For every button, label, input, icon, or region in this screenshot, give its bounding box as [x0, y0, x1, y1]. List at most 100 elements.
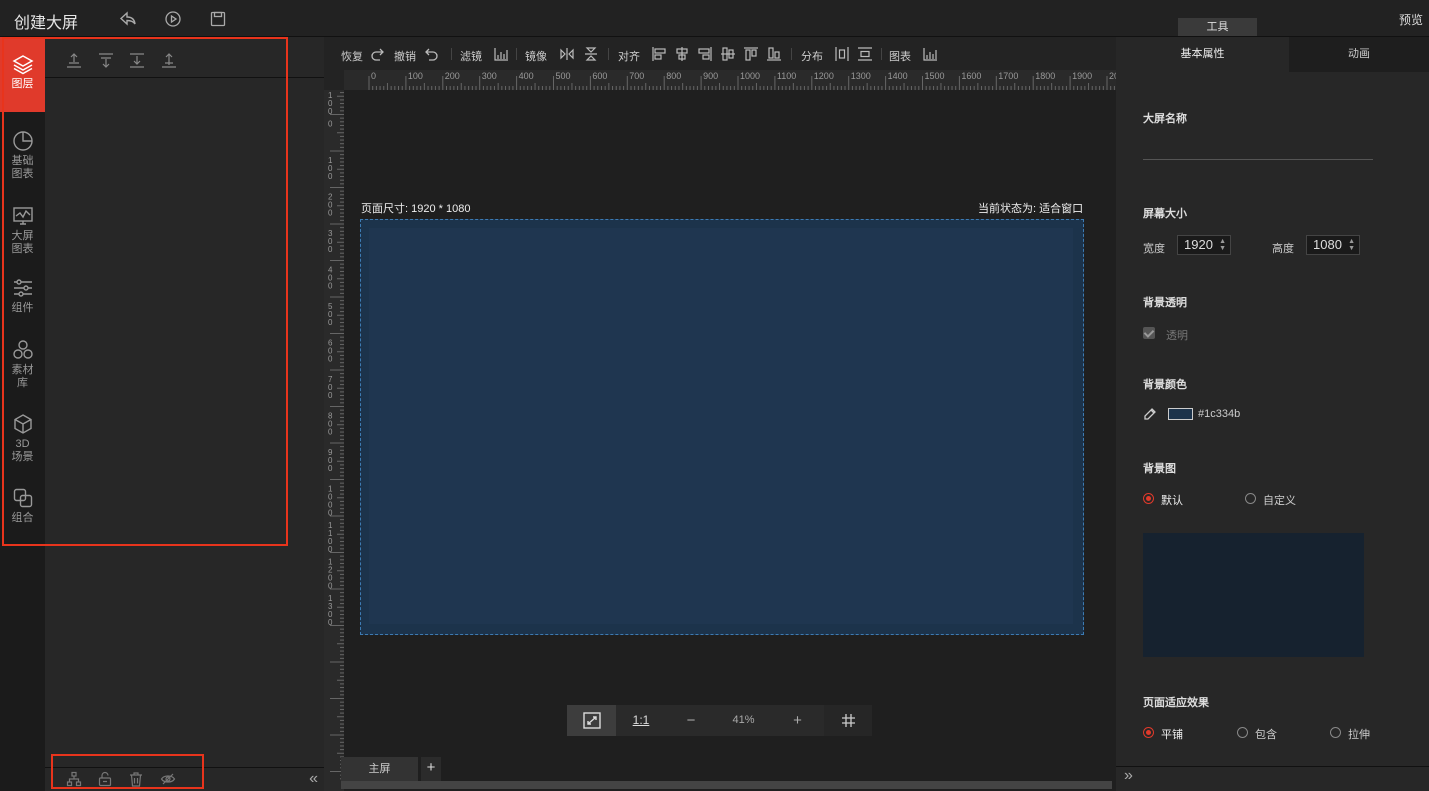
undo-button[interactable]: 撤销 [394, 48, 416, 64]
page-size-label: 页面尺寸: 1920 * 1080 [361, 203, 471, 215]
fit-contain-radio[interactable] [1237, 727, 1248, 738]
screen-canvas-inner [369, 228, 1073, 624]
align-right-icon[interactable] [697, 46, 713, 62]
actual-size-button[interactable]: 1:1 [616, 705, 666, 736]
lock-icon[interactable] [97, 771, 113, 787]
rail-item-components[interactable]: 组件 [0, 277, 45, 322]
height-input[interactable]: 1080 ▲ ▼ [1306, 235, 1360, 255]
fit-effect-title: 页面适应效果 [1143, 697, 1209, 709]
hierarchy-icon[interactable] [66, 771, 82, 787]
bg-color-value: #1c334b [1198, 408, 1241, 420]
ruler-corner [324, 70, 344, 90]
rail-item-layers[interactable]: 图层 [0, 37, 45, 112]
transparent-checkbox[interactable] [1143, 327, 1155, 339]
flip-horizontal-icon[interactable] [559, 46, 575, 62]
align-center-icon[interactable] [674, 46, 690, 62]
collapse-right-icon[interactable]: » [1124, 767, 1133, 785]
bg-color-swatch[interactable] [1168, 408, 1193, 420]
fit-window-button[interactable] [567, 705, 616, 736]
screen-name-title: 大屏名称 [1143, 113, 1187, 125]
tab-basic-properties[interactable]: 基本属性 [1116, 37, 1289, 72]
ruler-tick-label: 1300 [851, 71, 871, 81]
rail-item-materials[interactable]: 素材 库 [0, 339, 45, 399]
toolbar-separator [791, 48, 792, 60]
align-bottom-icon[interactable] [766, 46, 782, 62]
top-bar: 创建大屏 工具 预览 [0, 0, 1429, 37]
layers-icon [11, 55, 34, 75]
move-top-icon[interactable] [65, 51, 83, 69]
toolbar-separator [881, 48, 882, 60]
screen-size-title: 屏幕大小 [1143, 208, 1187, 220]
undo-icon[interactable] [423, 46, 439, 62]
rail-label-group: 组合 [11, 512, 34, 524]
rail-item-basic-chart[interactable]: 基础 图表 [0, 130, 45, 190]
filter-button[interactable]: 滤镜 [460, 48, 482, 64]
distribute-button[interactable]: 分布 [801, 48, 823, 64]
height-spinner[interactable]: ▲ ▼ [1348, 238, 1355, 252]
align-button[interactable]: 对齐 [618, 48, 640, 64]
ruler-tick-label: 0 [328, 582, 333, 591]
width-input[interactable]: 1920 ▲ ▼ [1177, 235, 1231, 255]
fit-tile-label: 平铺 [1161, 729, 1183, 741]
ruler-tick-label: 500 [556, 71, 571, 81]
properties-bottom-bar [1116, 766, 1429, 791]
ruler-tick-label: 0 [328, 209, 333, 218]
redo-button[interactable]: 恢复 [341, 48, 363, 64]
ruler-tick-label: 1000 [740, 71, 760, 81]
ruler-tick-label: 1600 [961, 71, 981, 81]
share-icon[interactable] [119, 10, 137, 28]
bg-image-preview[interactable] [1143, 533, 1364, 657]
bg-image-default-radio[interactable] [1143, 493, 1154, 504]
horizontal-scrollbar[interactable] [341, 781, 1112, 789]
align-left-icon[interactable] [651, 46, 667, 62]
eyedropper-icon[interactable] [1143, 407, 1157, 421]
ruler-tick-label: 20 [1109, 71, 1116, 81]
chart-button[interactable]: 图表 [889, 48, 911, 64]
distribute-horizontal-icon[interactable] [834, 46, 850, 62]
fit-tile-radio[interactable] [1143, 727, 1154, 738]
chart-icon[interactable] [922, 46, 938, 62]
tab-main-screen[interactable]: 主屏 [341, 757, 418, 781]
zoom-level: 41% [732, 714, 755, 726]
move-bottom-icon[interactable] [160, 51, 178, 69]
width-spinner[interactable]: ▲ ▼ [1219, 238, 1226, 252]
distribute-vertical-icon[interactable] [857, 46, 873, 62]
flip-vertical-icon[interactable] [583, 46, 599, 62]
move-down-icon[interactable] [128, 51, 146, 69]
add-screen-button[interactable]: + [421, 757, 441, 781]
screen-name-input[interactable] [1143, 142, 1373, 160]
bg-image-custom-radio[interactable] [1245, 493, 1256, 504]
ruler-tick-label: 0 [328, 282, 333, 291]
move-up-icon[interactable] [97, 51, 115, 69]
vertical-ruler[interactable]: -100010020030040050060070080090010001100… [324, 90, 344, 791]
rail-item-group[interactable]: 组合 [0, 487, 45, 532]
fit-stretch-radio[interactable] [1330, 727, 1341, 738]
bar-chart-icon[interactable] [493, 46, 509, 62]
tab-animation[interactable]: 动画 [1289, 37, 1429, 72]
rail-item-screen-chart[interactable]: 大屏 图表 [0, 205, 45, 265]
horizontal-ruler[interactable]: 0 100 200 300 400 500 600 700 800 900 1000 1100 1200… [344, 70, 1116, 90]
zoom-out-button[interactable]: − [666, 705, 716, 736]
zoom-in-button[interactable]: + [771, 705, 824, 736]
align-top-icon[interactable] [743, 46, 759, 62]
play-icon[interactable] [164, 10, 182, 28]
grid-toggle-button[interactable] [824, 705, 872, 736]
hexagons-icon [12, 340, 33, 359]
redo-icon[interactable] [370, 46, 386, 62]
screen-canvas[interactable] [360, 219, 1084, 635]
preview-button[interactable]: 预览 [1399, 11, 1423, 28]
trash-icon[interactable] [128, 771, 144, 787]
mirror-button[interactable]: 镜像 [525, 48, 547, 64]
ruler-tick-label: 800 [666, 71, 681, 81]
ruler-tick-label: 300 [482, 71, 497, 81]
tools-tab[interactable]: 工具 [1178, 18, 1257, 36]
rail-item-3d[interactable]: 3D 场景 [0, 413, 45, 473]
ruler-tick-label: 900 [703, 71, 718, 81]
save-icon[interactable] [209, 10, 227, 28]
ruler-tick-label: 0 [328, 318, 333, 327]
fit-status-label: 当前状态为: 适合窗口 [978, 203, 1084, 215]
align-middle-icon[interactable] [720, 46, 736, 62]
rail-label-components: 组件 [11, 302, 34, 314]
collapse-left-icon[interactable]: « [309, 770, 318, 788]
eye-off-icon[interactable] [160, 771, 176, 787]
